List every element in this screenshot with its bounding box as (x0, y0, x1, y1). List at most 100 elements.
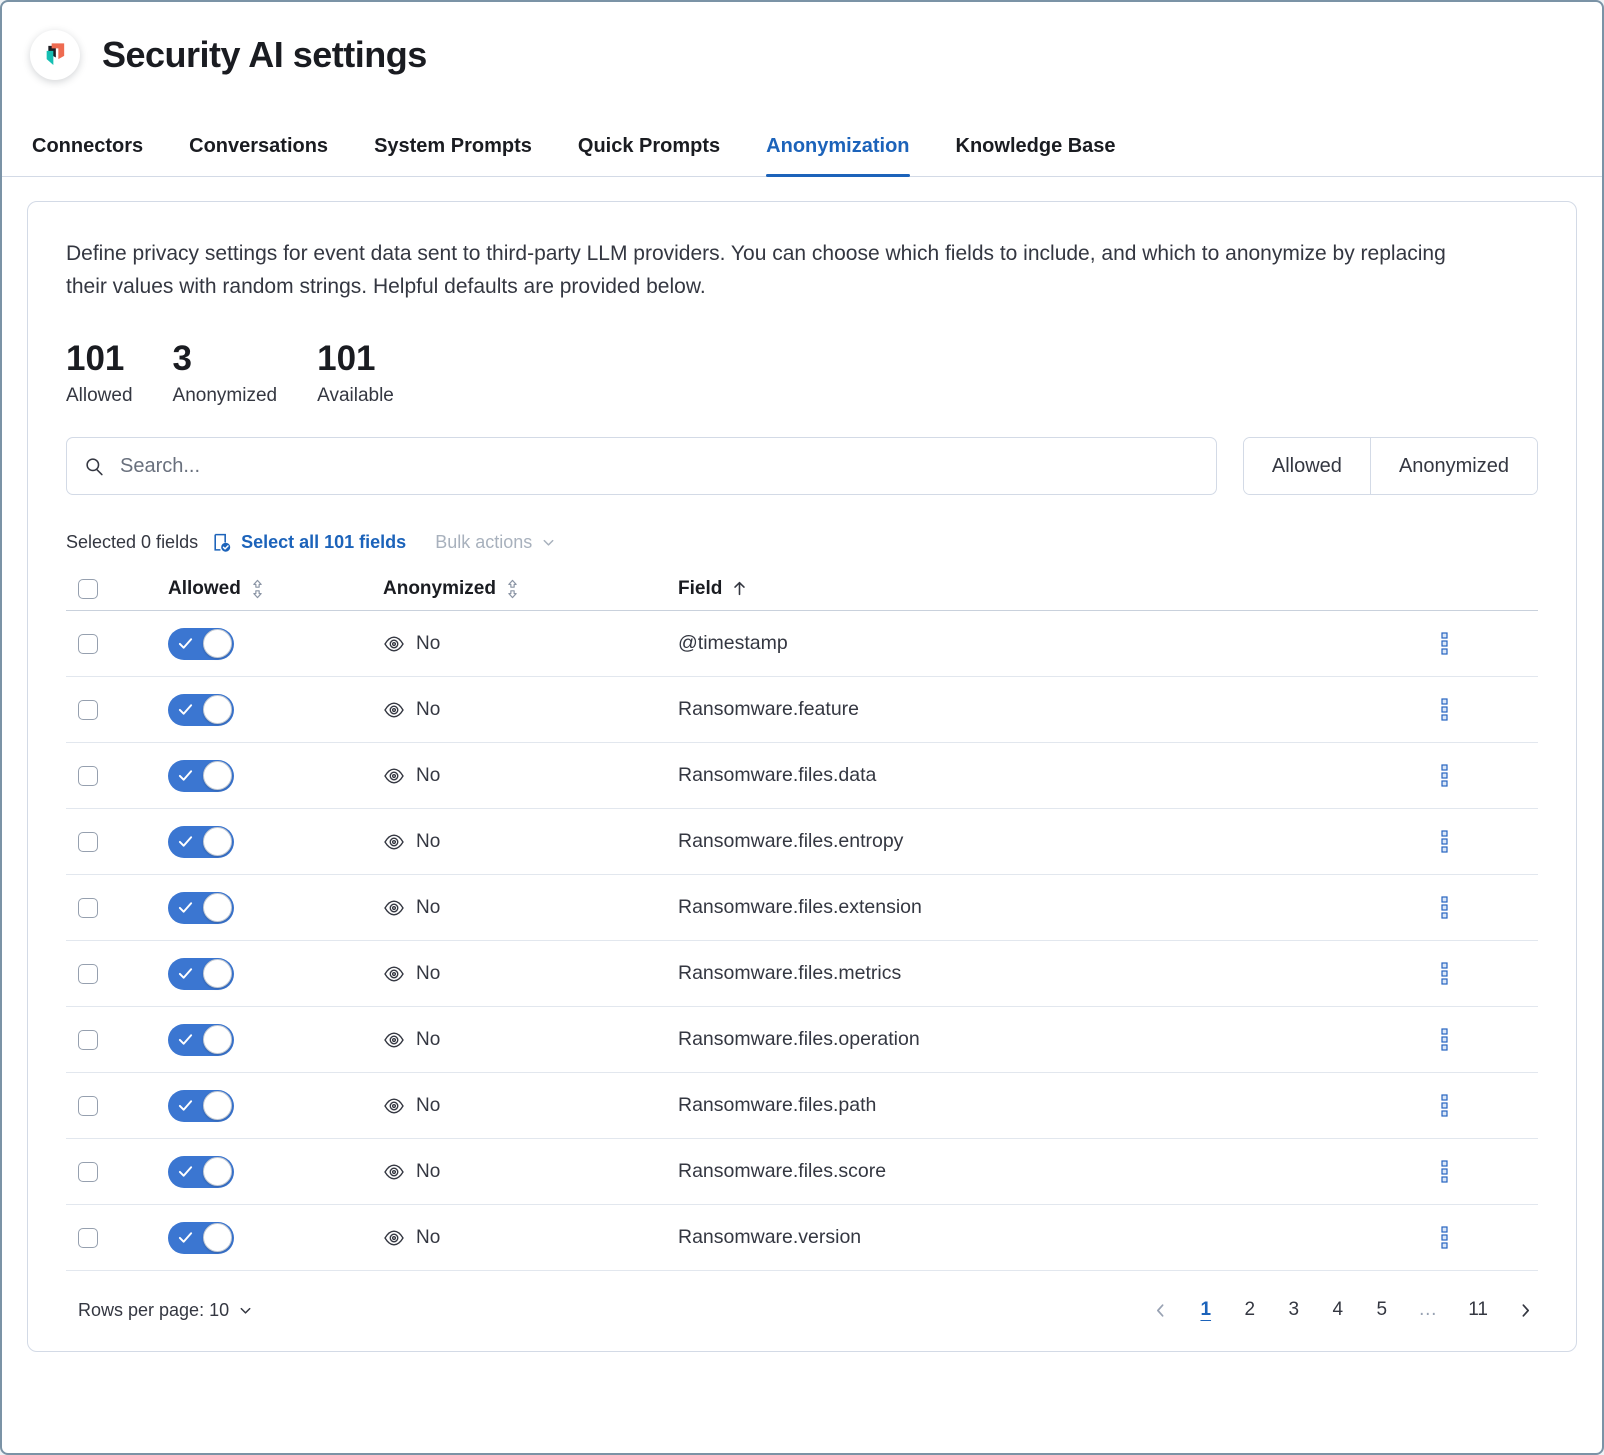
page-number-2[interactable]: 2 (1242, 1299, 1257, 1321)
row-checkbox[interactable] (78, 1030, 98, 1050)
column-header-field[interactable]: Field (666, 578, 1338, 600)
sortable-icon (505, 579, 520, 599)
select-all-link[interactable]: Select all 101 fields (211, 532, 406, 553)
tab-knowledge-base[interactable]: Knowledge Base (956, 134, 1116, 176)
row-checkbox[interactable] (78, 1096, 98, 1116)
allowed-toggle[interactable] (168, 760, 234, 792)
bulk-actions-button[interactable]: Bulk actions (435, 532, 556, 553)
row-checkbox-cell (66, 700, 156, 720)
row-field-cell: Ransomware.files.extension (666, 896, 1338, 919)
row-actions-button[interactable] (1434, 758, 1455, 793)
allowed-toggle[interactable] (168, 694, 234, 726)
stat-label: Allowed (66, 385, 133, 407)
row-actions-button[interactable] (1434, 956, 1455, 991)
boxes-vertical-icon (1440, 896, 1449, 919)
row-checkbox[interactable] (78, 700, 98, 720)
tab-anonymization[interactable]: Anonymization (766, 134, 909, 176)
bulk-actions-label: Bulk actions (435, 532, 532, 553)
table-row: No Ransomware.files.score (66, 1139, 1538, 1205)
field-name: Ransomware.feature (678, 698, 859, 721)
anonymized-value: No (416, 831, 440, 853)
allowed-toggle[interactable] (168, 958, 234, 990)
boxes-vertical-icon (1440, 764, 1449, 787)
page-number-1[interactable]: 1 (1198, 1299, 1213, 1321)
fields-table: Allowed Anonymized (66, 567, 1538, 1271)
anonymized-value: No (416, 633, 440, 655)
row-allowed-cell (156, 826, 371, 858)
allowed-toggle[interactable] (168, 892, 234, 924)
row-actions-button[interactable] (1434, 1154, 1455, 1189)
row-checkbox[interactable] (78, 898, 98, 918)
boxes-vertical-icon (1440, 1226, 1449, 1249)
anonymized-value: No (416, 963, 440, 985)
stat-label: Available (317, 385, 394, 407)
allowed-toggle[interactable] (168, 1090, 234, 1122)
check-icon (177, 966, 194, 986)
row-actions-button[interactable] (1434, 1022, 1455, 1057)
anonymized-value: No (416, 1161, 440, 1183)
column-header-anonymized[interactable]: Anonymized (371, 578, 666, 600)
tab-quick-prompts[interactable]: Quick Prompts (578, 134, 720, 176)
page-header: Security AI settings (2, 2, 1602, 80)
row-checkbox[interactable] (78, 964, 98, 984)
stat-anonymized: 3 Anonymized (173, 339, 278, 407)
page-title: Security AI settings (102, 34, 427, 76)
row-actions-button[interactable] (1434, 890, 1455, 925)
filter-anonymized-button[interactable]: Anonymized (1370, 438, 1537, 494)
anonymized-value: No (416, 1029, 440, 1051)
anonymized-value: No (416, 765, 440, 787)
row-allowed-cell (156, 628, 371, 660)
filter-allowed-button[interactable]: Allowed (1244, 438, 1370, 494)
page-number-4[interactable]: 4 (1330, 1299, 1345, 1321)
row-actions-button[interactable] (1434, 626, 1455, 661)
page-numbers: 1 2 3 4 5 … 11 (1198, 1299, 1488, 1321)
row-allowed-cell (156, 760, 371, 792)
column-header-allowed[interactable]: Allowed (156, 578, 371, 600)
page-number-3[interactable]: 3 (1286, 1299, 1301, 1321)
allowed-toggle[interactable] (168, 826, 234, 858)
page-number-11[interactable]: 11 (1468, 1299, 1488, 1321)
boxes-vertical-icon (1440, 830, 1449, 853)
row-checkbox[interactable] (78, 634, 98, 654)
allowed-toggle[interactable] (168, 628, 234, 660)
allowed-toggle[interactable] (168, 1156, 234, 1188)
row-allowed-cell (156, 1156, 371, 1188)
boxes-vertical-icon (1440, 1160, 1449, 1183)
tab-conversations[interactable]: Conversations (189, 134, 328, 176)
row-allowed-cell (156, 1222, 371, 1254)
row-actions-button[interactable] (1434, 1220, 1455, 1255)
boxes-vertical-icon (1440, 962, 1449, 985)
search-input[interactable] (118, 454, 1198, 479)
row-actions-button[interactable] (1434, 692, 1455, 727)
row-checkbox[interactable] (78, 1162, 98, 1182)
page-number-5[interactable]: 5 (1374, 1299, 1389, 1321)
row-field-cell: @timestamp (666, 632, 1338, 655)
tab-connectors[interactable]: Connectors (32, 134, 143, 176)
row-actions-cell (1338, 692, 1538, 727)
tab-system-prompts[interactable]: System Prompts (374, 134, 532, 176)
row-actions-button[interactable] (1434, 824, 1455, 859)
check-icon (177, 1230, 194, 1250)
check-icon (177, 636, 194, 656)
page-ellipsis: … (1418, 1299, 1439, 1321)
search-box[interactable] (66, 437, 1217, 495)
row-actions-button[interactable] (1434, 1088, 1455, 1123)
row-field-cell: Ransomware.files.entropy (666, 830, 1338, 853)
row-checkbox[interactable] (78, 832, 98, 852)
row-checkbox[interactable] (78, 1228, 98, 1248)
row-checkbox-cell (66, 1030, 156, 1050)
allowed-toggle[interactable] (168, 1024, 234, 1056)
row-anonymized-cell: No (371, 765, 666, 787)
search-icon (85, 457, 104, 476)
next-page-button[interactable] (1517, 1302, 1534, 1319)
table-footer: Rows per page: 10 1 2 3 4 5 … 11 (66, 1299, 1538, 1321)
row-actions-cell (1338, 1154, 1538, 1189)
select-all-checkbox[interactable] (78, 579, 98, 599)
toggle-thumb (203, 893, 232, 922)
rows-per-page-button[interactable]: Rows per page: 10 (78, 1300, 253, 1321)
row-checkbox[interactable] (78, 766, 98, 786)
boxes-vertical-icon (1440, 1094, 1449, 1117)
document-check-icon (211, 532, 232, 553)
check-icon (177, 702, 194, 722)
allowed-toggle[interactable] (168, 1222, 234, 1254)
